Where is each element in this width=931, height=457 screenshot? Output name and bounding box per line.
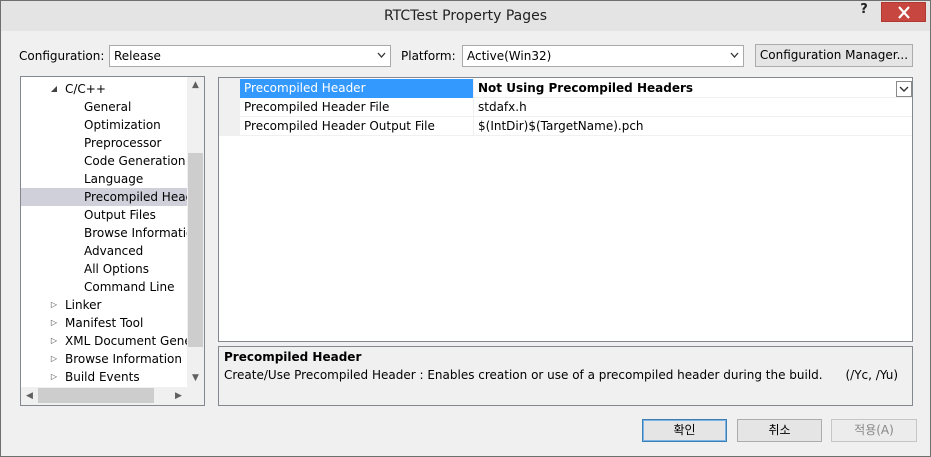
tree-item[interactable]: ▷ Manifest Tool: [21, 314, 187, 332]
grid-row[interactable]: Precompiled Header File stdafx.h: [219, 98, 912, 117]
scroll-down-icon[interactable]: ▼: [187, 370, 204, 387]
tree-item[interactable]: Precompiled Header: [21, 188, 187, 206]
tree-item-label: Precompiled Header: [84, 190, 187, 204]
close-icon: [898, 6, 910, 19]
configuration-manager-button[interactable]: Configuration Manager...: [755, 44, 913, 67]
tree-item-label: General: [84, 100, 132, 114]
tree-item-label: Code Generation: [84, 154, 186, 168]
cancel-button[interactable]: 취소: [737, 419, 822, 442]
tree-item-label: Advanced: [84, 244, 144, 258]
expand-arrow-icon[interactable]: ▷: [49, 332, 59, 350]
platform-label: Platform:: [401, 49, 456, 63]
tree-item-label: XML Document Generator: [65, 334, 187, 348]
help-button[interactable]: ?: [853, 2, 875, 22]
configuration-combo[interactable]: Release: [109, 45, 391, 67]
apply-button[interactable]: 적용(A): [831, 419, 917, 442]
configuration-value: Release: [114, 49, 161, 63]
scroll-up-icon[interactable]: ▲: [187, 77, 204, 94]
tree-item-label: Output Files: [84, 208, 156, 222]
scroll-corner: [187, 387, 204, 405]
tree-item[interactable]: Browse Information: [21, 224, 187, 242]
close-button[interactable]: [881, 2, 926, 22]
tree-item-label: Manifest Tool: [65, 316, 144, 330]
tree-item[interactable]: ▷ Browse Information: [21, 350, 187, 368]
tree-item-label: Browse Information: [65, 352, 182, 366]
grid-row[interactable]: Precompiled Header Output File $(IntDir)…: [219, 117, 912, 136]
property-pages-dialog: RTCTest Property Pages ? Configuration: …: [0, 0, 931, 457]
tree-item[interactable]: ▷ XML Document Generator: [21, 332, 187, 350]
tree-item-label: Preprocessor: [84, 136, 162, 150]
tree-item-label: C/C++: [65, 82, 106, 96]
property-value[interactable]: $(IntDir)$(TargetName).pch: [473, 117, 912, 136]
property-value[interactable]: stdafx.h: [473, 98, 912, 117]
tree-item-label: Optimization: [84, 118, 161, 132]
chevron-down-icon: [899, 86, 909, 92]
tree-item-label: Browse Information: [84, 226, 187, 240]
property-name: Precompiled Header: [240, 79, 473, 98]
title-bar: RTCTest Property Pages ?: [1, 1, 930, 31]
tree-item[interactable]: ▷ Linker: [21, 296, 187, 314]
value-dropdown-button[interactable]: [896, 81, 912, 97]
tree-item[interactable]: General: [21, 98, 187, 116]
tree-item[interactable]: All Options: [21, 260, 187, 278]
tree-item[interactable]: Optimization: [21, 116, 187, 134]
description-title: Precompiled Header: [224, 350, 362, 364]
platform-combo[interactable]: Active(Win32): [462, 45, 744, 67]
tree-item[interactable]: Command Line: [21, 278, 187, 296]
scroll-left-icon[interactable]: ◀: [21, 387, 38, 405]
expand-arrow-icon[interactable]: ▷: [49, 296, 59, 314]
tree-item-label: All Options: [84, 262, 149, 276]
property-name: Precompiled Header Output File: [244, 119, 435, 133]
tree-item[interactable]: Output Files: [21, 206, 187, 224]
tree-item-label: Build Events: [65, 370, 140, 384]
grid-row[interactable]: Precompiled Header Not Using Precompiled…: [219, 79, 912, 98]
description-text: Create/Use Precompiled Header : Enables …: [224, 368, 899, 382]
property-grid[interactable]: Precompiled Header Not Using Precompiled…: [218, 77, 913, 342]
scroll-thumb[interactable]: [38, 388, 154, 403]
property-value[interactable]: Not Using Precompiled Headers: [473, 79, 912, 98]
configuration-label: Configuration:: [19, 49, 105, 63]
tree-horizontal-scrollbar[interactable]: ◀ ▶: [21, 387, 187, 405]
description-pane: Precompiled Header Create/Use Precompile…: [218, 346, 913, 406]
window-title: RTCTest Property Pages: [383, 8, 548, 24]
tree-item-label: Language: [84, 172, 144, 186]
platform-value: Active(Win32): [467, 49, 552, 63]
chevron-down-icon: [730, 52, 739, 58]
scroll-right-icon[interactable]: ▶: [170, 387, 187, 405]
tree-item[interactable]: ◢ C/C++: [21, 80, 187, 98]
expand-arrow-icon[interactable]: ▷: [49, 350, 59, 368]
ok-button[interactable]: 확인: [642, 419, 727, 442]
scroll-thumb[interactable]: [188, 153, 203, 347]
tree-item[interactable]: Language: [21, 170, 187, 188]
tree-item[interactable]: ▷ Build Events: [21, 368, 187, 386]
tree-item-label: Command Line: [84, 280, 175, 294]
expand-arrow-icon[interactable]: ▷: [49, 314, 59, 332]
property-name: Precompiled Header File: [244, 100, 390, 114]
tree-vertical-scrollbar[interactable]: ▲ ▼: [187, 77, 204, 387]
expand-arrow-icon[interactable]: ▷: [49, 368, 59, 386]
chevron-down-icon: [377, 52, 386, 58]
property-tree[interactable]: ◢ C/C++ General Optimization Preprocessor Cod…: [20, 76, 205, 406]
tree-item[interactable]: Preprocessor: [21, 134, 187, 152]
collapse-arrow-icon[interactable]: ◢: [49, 80, 59, 98]
tree-item[interactable]: Code Generation: [21, 152, 187, 170]
tree-item[interactable]: Advanced: [21, 242, 187, 260]
tree-item-label: Linker: [65, 298, 102, 312]
